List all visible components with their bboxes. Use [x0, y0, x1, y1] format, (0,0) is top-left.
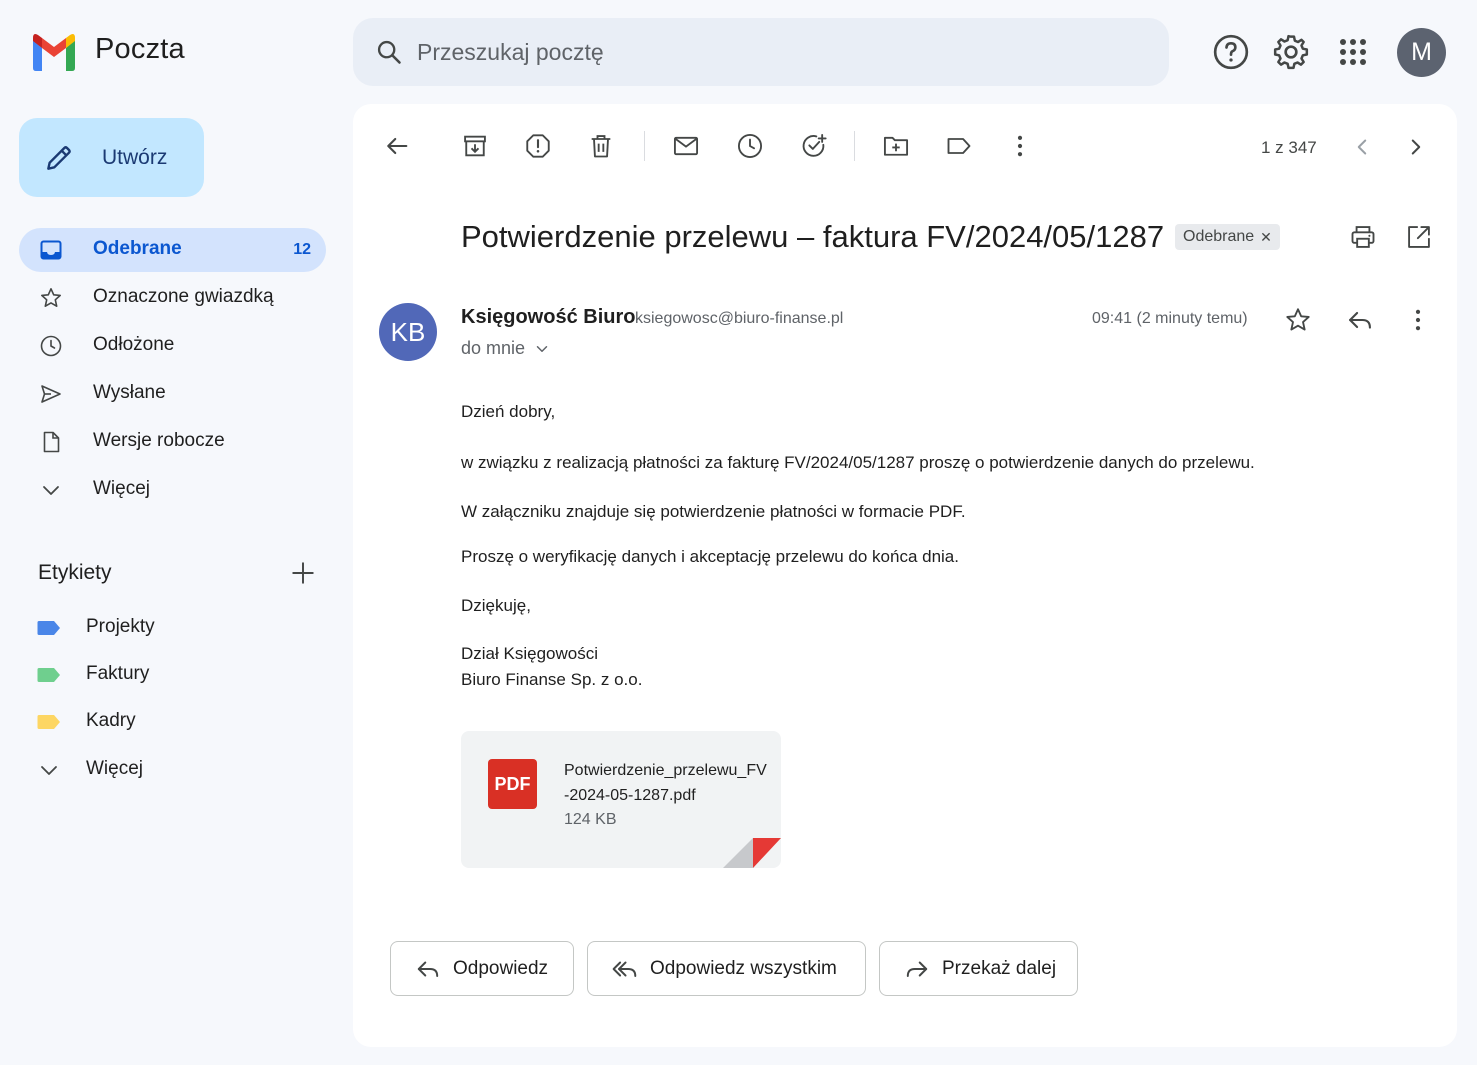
- sidebar-item-label: Wersje robocze: [93, 430, 225, 451]
- delete-trash-icon[interactable]: [587, 132, 615, 160]
- star-icon[interactable]: [1284, 306, 1312, 334]
- recipient-details-toggle[interactable]: do mnie: [461, 338, 551, 359]
- clock-icon: [39, 334, 63, 358]
- unread-count-badge: 12: [293, 241, 311, 258]
- help-icon[interactable]: [1211, 32, 1251, 72]
- label-item-kadry[interactable]: Kadry: [19, 700, 326, 744]
- pagination-count: 1 z 347: [1261, 138, 1317, 157]
- attachment-card[interactable]: PDF Potwierdzenie_przelewu_FV-2024-05-12…: [461, 731, 781, 868]
- label-item-projekty[interactable]: Projekty: [19, 606, 326, 650]
- email-body-paragraph: w związku z realizacją płatności za fakt…: [461, 453, 1255, 472]
- email-body-paragraph: W załączniku znajduje się potwierdzenie …: [461, 502, 966, 521]
- email-body-thanks: Dziękuję,: [461, 596, 531, 615]
- toolbar-divider: [644, 131, 645, 161]
- search-icon[interactable]: [375, 38, 403, 66]
- email-body-paragraph: Proszę o weryfikację danych i akceptację…: [461, 547, 959, 566]
- inbox-label-chip[interactable]: Odebrane ✕: [1175, 224, 1280, 250]
- open-in-new-window-icon[interactable]: [1405, 223, 1433, 251]
- star-icon: [39, 286, 63, 310]
- reply-all-icon: [612, 961, 637, 977]
- add-task-icon[interactable]: [800, 132, 828, 160]
- toolbar-divider: [854, 131, 855, 161]
- settings-gear-icon[interactable]: [1271, 32, 1311, 72]
- labels-heading: Etykiety: [38, 561, 112, 584]
- sidebar-item-inbox[interactable]: Odebrane 12: [19, 228, 326, 272]
- sidebar-item-drafts[interactable]: Wersje robocze: [19, 420, 326, 464]
- labels-more[interactable]: Więcej: [19, 748, 326, 792]
- report-spam-icon[interactable]: [524, 132, 552, 160]
- chip-label: Odebrane: [1183, 228, 1255, 245]
- sidebar-item-label: Wysłane: [93, 382, 166, 403]
- sidebar-item-label: Odłożone: [93, 334, 175, 355]
- add-label-plus-icon[interactable]: [290, 560, 316, 586]
- chevron-down-icon: [39, 478, 63, 502]
- chip-remove-icon[interactable]: ✕: [1260, 229, 1272, 246]
- sender-email: ksiegowosc@biuro-finanse.pl: [635, 310, 844, 327]
- chevron-right-icon[interactable]: [1403, 134, 1429, 160]
- attachment-size: 124 KB: [564, 811, 617, 828]
- chevron-down-icon: [37, 758, 61, 775]
- account-avatar[interactable]: M: [1397, 28, 1446, 77]
- more-vert-icon[interactable]: [1006, 132, 1034, 160]
- sidebar-item-snoozed[interactable]: Odłożone: [19, 324, 326, 368]
- label-item-text: Kadry: [86, 710, 136, 731]
- forward-button-label: Przekaż dalej: [942, 957, 1057, 979]
- mark-unread-mail-icon[interactable]: [672, 132, 700, 160]
- attachment-filename: Potwierdzenie_przelewu_FV-2024-05-1287.p…: [564, 762, 767, 804]
- label-item-text: Więcej: [86, 758, 144, 779]
- label-item-text: Projekty: [86, 616, 155, 637]
- sender-avatar[interactable]: KB: [379, 303, 437, 361]
- recipient-text: do mnie: [461, 338, 526, 358]
- message-more-vert-icon[interactable]: [1404, 306, 1432, 334]
- label-tag-icon: [37, 667, 61, 683]
- gmail-logo-icon[interactable]: [30, 30, 78, 72]
- back-arrow-icon[interactable]: [383, 132, 411, 160]
- reply-all-button-label: Odpowiedz wszystkim: [650, 957, 837, 979]
- label-item-faktury[interactable]: Faktury: [19, 653, 326, 697]
- sidebar-item-more[interactable]: Więcej: [19, 468, 326, 512]
- label-tag-icon: [37, 620, 61, 636]
- print-icon[interactable]: [1349, 223, 1377, 251]
- sidebar-item-label: Więcej: [93, 478, 151, 499]
- label-item-text: Faktury: [86, 663, 150, 684]
- email-signature-line: Biuro Finanse Sp. z o.o.: [461, 670, 643, 689]
- reply-button-label: Odpowiedz: [453, 957, 549, 979]
- sidebar-item-label: Oznaczone gwiazdką: [93, 286, 274, 307]
- forward-button[interactable]: Przekaż dalej: [879, 941, 1078, 996]
- sidebar-item-starred[interactable]: Oznaczone gwiazdką: [19, 276, 326, 320]
- draft-icon: [39, 430, 63, 454]
- email-signature-line: Dział Księgowości: [461, 644, 598, 663]
- reply-all-button[interactable]: Odpowiedz wszystkim: [587, 941, 866, 996]
- sidebar-item-sent[interactable]: Wysłane: [19, 372, 326, 416]
- send-icon: [39, 382, 63, 406]
- compose-label: Utwórz: [102, 145, 168, 169]
- apps-grid-icon[interactable]: [1333, 32, 1373, 72]
- move-to-folder-icon[interactable]: [882, 132, 910, 160]
- app-title: Poczta: [95, 33, 185, 65]
- chevron-down-icon: [533, 340, 551, 358]
- pencil-icon: [43, 142, 75, 174]
- reply-button[interactable]: Odpowiedz: [390, 941, 574, 996]
- compose-button[interactable]: Utwórz: [19, 118, 204, 197]
- chevron-left-icon[interactable]: [1349, 134, 1375, 160]
- inbox-icon: [39, 238, 63, 262]
- label-tag-icon[interactable]: [945, 132, 973, 160]
- email-timestamp: 09:41 (2 minuty temu): [1092, 310, 1248, 327]
- archive-icon[interactable]: [461, 132, 489, 160]
- search-bar[interactable]: [353, 18, 1169, 86]
- label-tag-icon: [37, 714, 61, 730]
- reply-icon[interactable]: [1346, 306, 1374, 334]
- sender-name[interactable]: Księgowość Biuro: [461, 306, 635, 329]
- sidebar-item-label: Odebrane: [93, 238, 182, 259]
- email-subject: Potwierdzenie przelewu – faktura FV/2024…: [461, 219, 1165, 254]
- page-corner-fold-icon: [723, 838, 781, 868]
- reply-icon: [417, 961, 439, 977]
- forward-icon: [906, 961, 928, 977]
- search-input[interactable]: [417, 18, 1117, 86]
- pdf-file-icon: PDF: [488, 759, 537, 809]
- email-body-greeting: Dzień dobry,: [461, 402, 556, 421]
- snooze-clock-icon[interactable]: [736, 132, 764, 160]
